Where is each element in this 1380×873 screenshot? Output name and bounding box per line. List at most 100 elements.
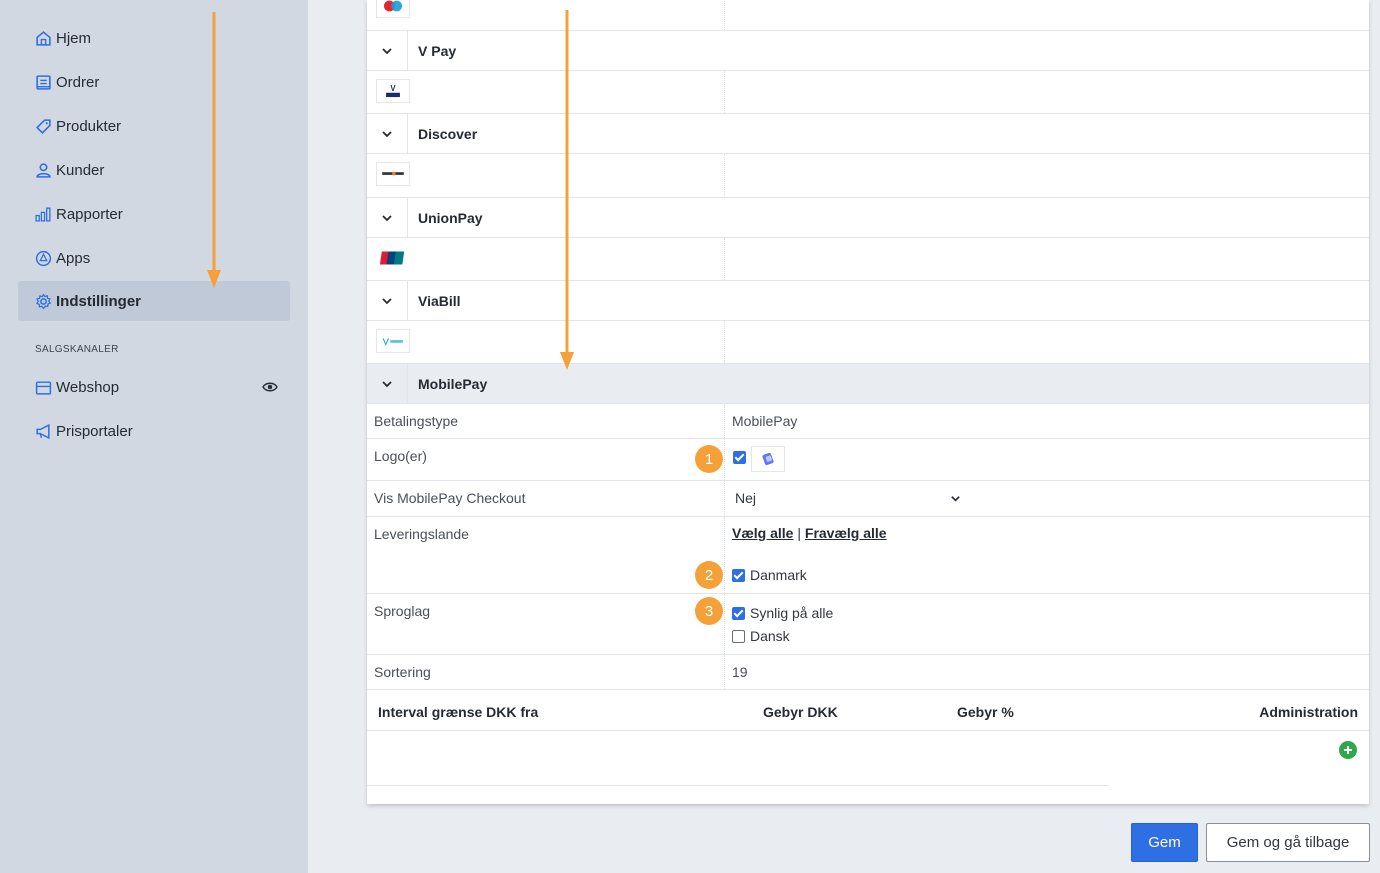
card-name: UnionPay [418, 209, 483, 226]
card-header-vpay[interactable]: V Pay [367, 30, 1369, 70]
sidebar-item-label: Webshop [56, 378, 120, 396]
chevron-down-icon[interactable] [367, 198, 408, 237]
card-header-discover[interactable]: Discover [367, 113, 1369, 153]
sidebar: Hjem Ordrer Produkter Kunder Rapporter A… [0, 0, 308, 873]
tag-icon [34, 117, 52, 135]
country-denmark-label: Danmark [750, 567, 807, 583]
annotation-arrow-sidebar [207, 12, 221, 288]
column-header-fee-dkk: Gebyr DKK [763, 704, 838, 720]
save-button[interactable]: Gem [1131, 823, 1198, 862]
card-name: V Pay [418, 42, 457, 59]
card-name: MobilePay [418, 375, 488, 392]
orders-icon [34, 73, 52, 91]
field-row-countries: Leveringslande Vælg alle | Fravælg alle … [367, 516, 1369, 593]
svg-text:V: V [390, 84, 396, 93]
field-row-checkout: Vis MobilePay Checkout Nej [367, 480, 1369, 516]
country-denmark-checkbox[interactable] [732, 568, 745, 582]
field-label: Sproglag [374, 603, 431, 619]
sidebar-item-indstillinger[interactable]: Indstillinger [18, 281, 290, 321]
logo-row-viabill [367, 320, 1369, 363]
vpay-logo: V [376, 79, 410, 103]
card-name: Discover [418, 125, 478, 142]
viabill-logo [376, 329, 410, 353]
card-header-viabill[interactable]: ViaBill [367, 280, 1369, 320]
field-row-logos: Logo(er) 1 [367, 438, 1369, 480]
chevron-down-icon[interactable] [367, 31, 408, 70]
sidebar-item-label: Hjem [56, 29, 92, 47]
sorting-value: 19 [732, 664, 748, 680]
add-fee-icon[interactable] [1339, 741, 1357, 759]
field-label: Leveringslande [374, 526, 469, 542]
payment-methods-panel: V Pay V Discover UnionPay ViaBill Mobile… [367, 0, 1369, 804]
sidebar-item-label: Apps [56, 249, 91, 267]
card-name: ViaBill [418, 292, 461, 309]
sidebar-item-ordrer[interactable]: Ordrer [18, 62, 290, 102]
column-header-administration: Administration [1259, 704, 1358, 720]
chevron-down-icon[interactable] [367, 281, 408, 320]
user-icon [34, 161, 52, 179]
apps-icon [34, 249, 52, 267]
field-label: Sortering [374, 664, 431, 680]
sidebar-item-apps[interactable]: Apps [18, 238, 290, 278]
logo-row-discover [367, 153, 1369, 196]
sidebar-item-hjem[interactable]: Hjem [18, 18, 290, 58]
chevron-down-icon [951, 496, 960, 502]
link-separator: | [797, 525, 801, 541]
card-header-unionpay[interactable]: UnionPay [367, 197, 1369, 237]
logo-row-unionpay [367, 237, 1369, 280]
fee-table-add-row [367, 730, 1369, 769]
field-row-sorting: Sortering 19 [367, 654, 1369, 689]
step-badge-2: 2 [695, 561, 723, 589]
mobilepay-logo [751, 446, 785, 472]
lang-visible-all-checkbox[interactable] [732, 606, 745, 620]
lang-danish-checkbox[interactable] [732, 629, 745, 643]
unionpay-logo [376, 246, 410, 270]
sidebar-item-kunder[interactable]: Kunder [18, 150, 290, 190]
store-icon [34, 378, 52, 396]
sidebar-item-label: Rapporter [56, 205, 123, 223]
logo-checkbox[interactable] [733, 451, 746, 464]
field-row-languages: Sproglag 3 Synlig på alle Dansk [367, 593, 1369, 654]
megaphone-icon [34, 422, 52, 440]
select-all-link[interactable]: Vælg alle [732, 525, 793, 541]
sidebar-item-rapporter[interactable]: Rapporter [18, 194, 290, 234]
step-badge-3: 3 [695, 597, 723, 625]
maestro-logo [376, 0, 410, 18]
table-divider [367, 785, 1109, 786]
chevron-down-icon[interactable] [367, 364, 408, 403]
field-label: Betalingstype [374, 413, 459, 429]
sidebar-item-label: Produkter [56, 117, 122, 135]
home-icon [34, 29, 52, 47]
sidebar-item-label: Prisportaler [56, 422, 133, 440]
save-and-back-button[interactable]: Gem og gå tilbage [1206, 823, 1370, 862]
chevron-down-icon[interactable] [367, 114, 408, 153]
bar-chart-icon [34, 205, 52, 223]
field-label: Logo(er) [374, 448, 427, 464]
sidebar-item-label: Indstillinger [56, 292, 142, 310]
sidebar-item-produkter[interactable]: Produkter [18, 106, 290, 146]
lang-danish-label: Dansk [750, 628, 790, 644]
column-header-fee-percent: Gebyr % [957, 704, 1014, 720]
logo-row-maestro [367, 0, 1369, 30]
lang-visible-all-label: Synlig på alle [750, 605, 834, 621]
sidebar-item-webshop[interactable]: Webshop [18, 367, 290, 407]
sidebar-item-label: Ordrer [56, 73, 100, 91]
step-badge-1: 1 [695, 445, 723, 473]
payment-type-value: MobilePay [732, 413, 798, 429]
gear-icon [34, 292, 52, 310]
field-row-payment-type: Betalingstype MobilePay [367, 403, 1369, 438]
logo-row-vpay: V [367, 70, 1369, 113]
checkout-select-value: Nej [735, 490, 757, 506]
deselect-all-link[interactable]: Fravælg alle [805, 525, 887, 541]
fee-table-header: Interval grænse DKK fra Gebyr DKK Gebyr … [367, 689, 1369, 730]
sidebar-item-prisportaler[interactable]: Prisportaler [18, 411, 290, 451]
discover-logo [376, 162, 410, 186]
section-label-salgskanaler: SALGSKANALER [35, 344, 119, 355]
eye-icon[interactable] [262, 379, 278, 395]
annotation-arrow-panel [560, 10, 574, 370]
field-label: Vis MobilePay Checkout [374, 490, 526, 506]
sidebar-item-label: Kunder [56, 161, 105, 179]
card-header-mobilepay[interactable]: MobilePay [367, 363, 1369, 403]
column-header-interval: Interval grænse DKK fra [378, 704, 539, 720]
checkout-select[interactable]: Nej [735, 487, 961, 509]
